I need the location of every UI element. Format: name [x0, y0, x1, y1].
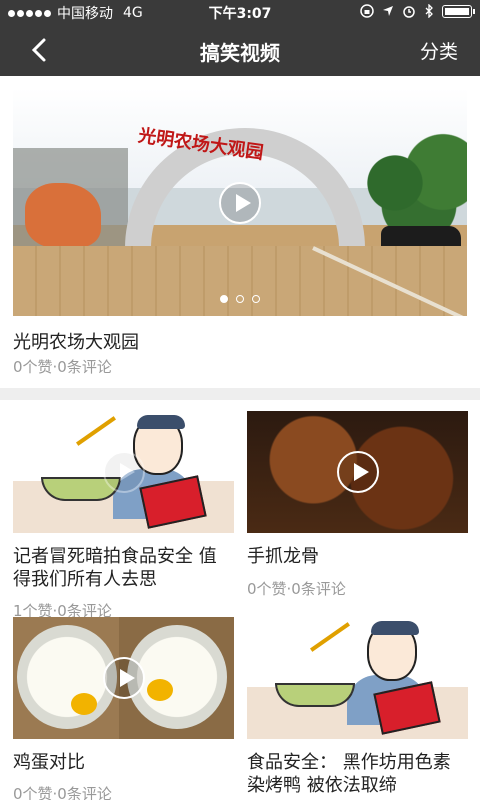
banner-meta: 0个赞·0条评论	[13, 358, 112, 376]
banner-title[interactable]: 光明农场大观园	[13, 328, 139, 354]
egg-yolk-left	[71, 693, 97, 715]
bluetooth-icon	[425, 4, 433, 18]
banner-rock	[25, 183, 101, 248]
banner-trees	[347, 128, 467, 238]
banner-carousel[interactable]: 光明农场大观园	[13, 88, 467, 316]
cartoon-chopsticks	[76, 416, 116, 446]
video-thumbnail[interactable]	[247, 617, 468, 739]
video-title-line: 鸡蛋对比	[13, 752, 85, 773]
video-meta: 0个赞·0条评论	[13, 785, 112, 800]
video-title[interactable]: 手抓龙骨	[247, 545, 469, 568]
video-title[interactable]: 食品安全： 黑作坊用色素 染烤鸭 被依法取缔	[247, 751, 469, 797]
banner-ground	[13, 246, 467, 316]
egg-bowl-left	[17, 625, 117, 729]
cartoon-chopsticks	[310, 622, 350, 652]
cartoon-hair	[371, 621, 419, 635]
play-icon[interactable]	[103, 657, 145, 699]
video-thumbnail[interactable]	[13, 411, 234, 533]
video-title-line: 染烤鸭 被依法取缔	[247, 775, 397, 796]
play-icon[interactable]	[337, 451, 379, 493]
video-title-line: 食品安全： 黑作坊用色素	[247, 752, 451, 773]
video-title[interactable]: 鸡蛋对比	[13, 751, 235, 774]
video-title[interactable]: 记者冒死暗拍食品安全 值 得我们所有人去思	[13, 545, 235, 591]
category-button[interactable]: 分类	[420, 37, 458, 64]
carousel-dot[interactable]	[236, 295, 244, 303]
cartoon-bowl	[275, 683, 355, 707]
location-icon	[383, 6, 393, 16]
video-title-line: 手抓龙骨	[247, 546, 319, 567]
egg-yolk-right	[147, 679, 173, 701]
lock-rotation-icon	[360, 4, 374, 18]
video-thumbnail[interactable]	[247, 411, 468, 533]
nav-bar: 搞笑视频 分类	[0, 24, 480, 76]
play-icon[interactable]	[219, 182, 261, 224]
video-thumbnail[interactable]	[13, 617, 234, 739]
battery-icon	[442, 4, 475, 18]
video-meta: 0个赞·0条评论	[247, 580, 346, 598]
alarm-icon	[403, 6, 415, 18]
section-divider	[0, 388, 480, 400]
play-icon[interactable]	[103, 451, 145, 493]
carousel-dots	[13, 295, 467, 303]
cartoon-hair	[137, 415, 185, 429]
video-title-line: 记者冒死暗拍食品安全 值	[13, 546, 217, 567]
status-bar: 中国移动 4G 下午3:07	[0, 0, 480, 24]
carousel-dot[interactable]	[252, 295, 260, 303]
page-title: 搞笑视频	[200, 41, 280, 65]
status-right	[360, 4, 475, 18]
carousel-dot[interactable]	[220, 295, 228, 303]
video-title-line: 得我们所有人去思	[13, 569, 157, 590]
